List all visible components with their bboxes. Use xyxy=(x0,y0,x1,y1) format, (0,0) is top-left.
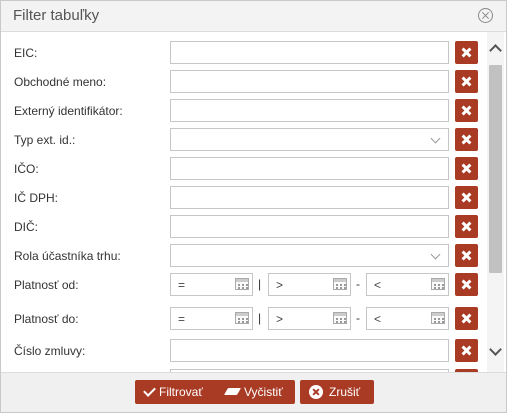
filter-row-ico: IČO: xyxy=(1,157,486,181)
chevron-up-icon[interactable] xyxy=(489,44,502,57)
calendar-icon[interactable] xyxy=(431,312,445,324)
field-label: Číslo zmluvy: xyxy=(14,344,86,358)
clear-ico-button[interactable] xyxy=(455,157,478,180)
operator-label: = xyxy=(178,278,186,292)
calendar-icon[interactable] xyxy=(333,312,347,324)
field-label: DIČ: xyxy=(14,220,38,234)
dic-input[interactable] xyxy=(170,215,449,238)
operator-label: < xyxy=(374,278,382,292)
field-label: EIC: xyxy=(14,46,38,60)
field-label: Platnosť do: xyxy=(14,312,79,326)
valid-to-after-date[interactable]: > xyxy=(268,307,351,330)
clear-ext-id-type-button[interactable] xyxy=(455,128,478,151)
clear-ic-dph-button[interactable] xyxy=(455,186,478,209)
ico-input[interactable] xyxy=(170,157,449,180)
valid-to-before-date[interactable]: < xyxy=(366,307,449,330)
valid-to-equals-date[interactable]: = xyxy=(170,307,253,330)
contract-number-input[interactable] xyxy=(170,339,449,362)
clear-eic-button[interactable] xyxy=(455,41,478,64)
clear-dic-button[interactable] xyxy=(455,215,478,238)
eic-input[interactable] xyxy=(170,41,449,64)
chevron-down-icon xyxy=(430,249,441,260)
filter-row-ic-dph: IČ DPH: xyxy=(1,186,486,210)
field-label: Rola účastníka trhu: xyxy=(14,249,121,263)
close-icon[interactable] xyxy=(478,8,493,23)
filter-row-valid-to: Platnosť do: = | > - < xyxy=(1,307,486,331)
filter-row-valid-from: Platnosť od: = | > - < xyxy=(1,273,486,297)
clear-market-role-button[interactable] xyxy=(455,244,478,267)
cancel-button-label: Zrušiť xyxy=(329,385,361,399)
scrollbar-thumb[interactable] xyxy=(489,65,502,273)
ext-id-type-select[interactable] xyxy=(170,128,449,151)
field-label: IČ DPH: xyxy=(14,191,59,205)
separator: | xyxy=(258,277,262,291)
ic-dph-input[interactable] xyxy=(170,186,449,209)
filter-row-market-role: Rola účastníka trhu: xyxy=(1,244,486,268)
market-role-select[interactable] xyxy=(170,244,449,267)
filter-button-label: Filtrovať xyxy=(159,385,203,399)
calendar-icon[interactable] xyxy=(235,278,249,290)
calendar-icon[interactable] xyxy=(333,278,347,290)
operator-label: > xyxy=(276,312,284,326)
field-label: Externý identifikátor: xyxy=(14,104,123,118)
valid-from-equals-date[interactable]: = xyxy=(170,273,253,296)
dialog-titlebar: Filter tabuľky xyxy=(1,1,506,32)
filter-dialog: Filter tabuľky EIC: Obchodné meno: Exter… xyxy=(0,0,507,413)
separator: - xyxy=(356,277,360,291)
clear-contract-number-button[interactable] xyxy=(455,339,478,362)
close-circle-icon xyxy=(309,385,323,399)
field-label: Platnosť od: xyxy=(14,278,79,292)
vertical-scrollbar[interactable] xyxy=(487,32,504,372)
calendar-icon[interactable] xyxy=(431,278,445,290)
filter-row-business-name: Obchodné meno: xyxy=(1,70,486,94)
clear-all-button[interactable]: Vyčistiť xyxy=(217,380,295,404)
chevron-down-icon xyxy=(430,133,441,144)
filter-row-dic: DIČ: xyxy=(1,215,486,239)
calendar-icon[interactable] xyxy=(235,312,249,324)
clear-all-button-label: Vyčistiť xyxy=(244,385,283,399)
filter-button[interactable]: Filtrovať xyxy=(135,380,224,404)
clear-external-id-button[interactable] xyxy=(455,99,478,122)
separator: | xyxy=(258,311,262,325)
separator: - xyxy=(356,311,360,325)
field-label: Typ ext. id.: xyxy=(14,133,76,147)
field-label: Obchodné meno: xyxy=(14,75,107,89)
field-label: IČO: xyxy=(14,162,39,176)
valid-from-before-date[interactable]: < xyxy=(366,273,449,296)
filter-row-ext-id-type: Typ ext. id.: xyxy=(1,128,486,152)
business-name-input[interactable] xyxy=(170,70,449,93)
eraser-icon xyxy=(223,388,242,395)
operator-label: > xyxy=(276,278,284,292)
dialog-title: Filter tabuľky xyxy=(13,7,100,24)
filter-row-eic: EIC: xyxy=(1,41,486,65)
clear-business-name-button[interactable] xyxy=(455,70,478,93)
filter-row-external-id: Externý identifikátor: xyxy=(1,99,486,123)
clear-valid-from-button[interactable] xyxy=(455,273,478,296)
filter-form: EIC: Obchodné meno: Externý identifikáto… xyxy=(1,32,486,372)
external-id-input[interactable] xyxy=(170,99,449,122)
operator-label: < xyxy=(374,312,382,326)
check-icon xyxy=(143,384,156,397)
filter-row-contract-number: Číslo zmluvy: xyxy=(1,339,486,363)
dialog-footer: Filtrovať Vyčistiť Zrušiť xyxy=(1,372,506,412)
operator-label: = xyxy=(178,312,186,326)
chevron-down-icon[interactable] xyxy=(489,343,502,356)
valid-from-after-date[interactable]: > xyxy=(268,273,351,296)
cancel-button[interactable]: Zrušiť xyxy=(300,380,374,404)
clear-valid-to-button[interactable] xyxy=(455,307,478,330)
